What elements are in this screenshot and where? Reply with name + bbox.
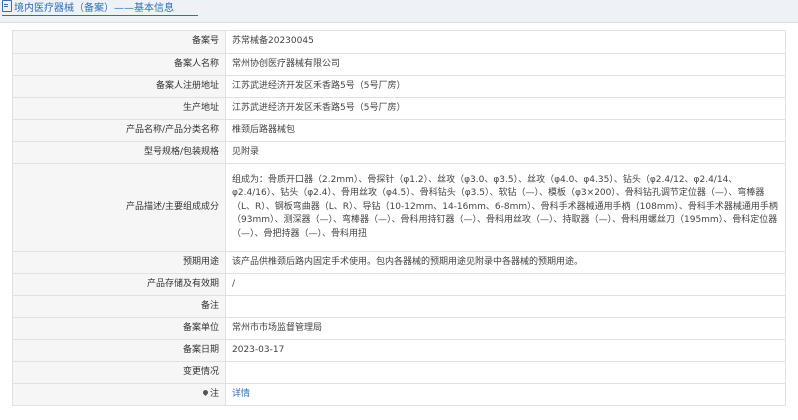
row-value: 该产品供椎颈后路内固定手术使用。包内各器械的预期用途见附录中各器械的预期用途。	[225, 251, 786, 274]
row-label: 备案日期	[12, 339, 226, 362]
title-underline	[2, 15, 198, 16]
row-label: 生产地址	[12, 97, 226, 120]
document-icon	[2, 0, 12, 12]
table-row: 产品名称/产品分类名称 椎颈后路器械包	[12, 119, 786, 142]
row-value: 见附录	[225, 141, 786, 164]
table-row: 备注	[12, 295, 786, 318]
row-label: 备案号	[12, 30, 226, 54]
table-row: 备案人名称 常州协创医疗器械有限公司	[12, 53, 786, 76]
row-value: 江苏武进经济开发区禾香路5号（5号厂房）	[225, 97, 786, 120]
pin-icon	[201, 388, 210, 396]
table-row: 产品存储及有效期 /	[12, 273, 786, 296]
row-label: 产品名称/产品分类名称	[12, 119, 226, 142]
row-label: 备注	[12, 295, 226, 318]
row-label: 变更情况	[12, 361, 226, 384]
row-label: 产品描述/主要组成成分	[12, 163, 226, 252]
row-value: 椎颈后路器械包	[225, 119, 786, 142]
row-value	[225, 295, 786, 318]
row-value: 详情	[225, 383, 786, 406]
row-label: 备案单位	[12, 317, 226, 340]
note-label: 注	[209, 388, 219, 399]
table-row: 型号规格/包装规格 见附录	[12, 141, 786, 164]
row-label: 备案人名称	[12, 53, 226, 76]
table-row: 备案人注册地址 江苏武进经济开发区禾香路5号（5号厂房）	[12, 75, 786, 98]
row-label-note: 注	[12, 383, 226, 406]
row-value: 常州市市场监督管理局	[225, 317, 786, 340]
table-row: 预期用途 该产品供椎颈后路内固定手术使用。包内各器械的预期用途见附录中各器械的预…	[12, 251, 786, 274]
row-value	[225, 361, 786, 384]
row-label: 预期用途	[12, 251, 226, 274]
info-table: 备案号 苏常械备20230045 备案人名称 常州协创医疗器械有限公司 备案人注…	[12, 30, 786, 406]
row-label: 型号规格/包装规格	[12, 141, 226, 164]
row-value: 组成为：骨质开口器（2.2mm）、骨探针（φ1.2）、丝攻（φ3.0、φ3.5）…	[225, 163, 786, 252]
page-title-text: 境内医疗器械（备案）——基本信息	[14, 3, 174, 14]
top-bar: 境内医疗器械（备案）——基本信息	[0, 0, 798, 23]
table-row: 注 详情	[12, 383, 786, 406]
table-row: 备案号 苏常械备20230045	[12, 30, 786, 54]
row-value: 江苏武进经济开发区禾香路5号（5号厂房）	[225, 75, 786, 98]
details-link[interactable]: 详情	[232, 389, 250, 399]
row-value: 2023-03-17	[225, 339, 786, 362]
table-row: 备案单位 常州市市场监督管理局	[12, 317, 786, 340]
table-row: 备案日期 2023-03-17	[12, 339, 786, 362]
row-value: 常州协创医疗器械有限公司	[225, 53, 786, 76]
row-value: 苏常械备20230045	[225, 30, 786, 54]
row-label: 产品存储及有效期	[12, 273, 226, 296]
row-label: 备案人注册地址	[12, 75, 226, 98]
table-row: 产品描述/主要组成成分 组成为：骨质开口器（2.2mm）、骨探针（φ1.2）、丝…	[12, 163, 786, 252]
table-row: 生产地址 江苏武进经济开发区禾香路5号（5号厂房）	[12, 97, 786, 120]
table-row: 变更情况	[12, 361, 786, 384]
page-title: 境内医疗器械（备案）——基本信息	[2, 0, 198, 16]
row-value: /	[225, 273, 786, 296]
